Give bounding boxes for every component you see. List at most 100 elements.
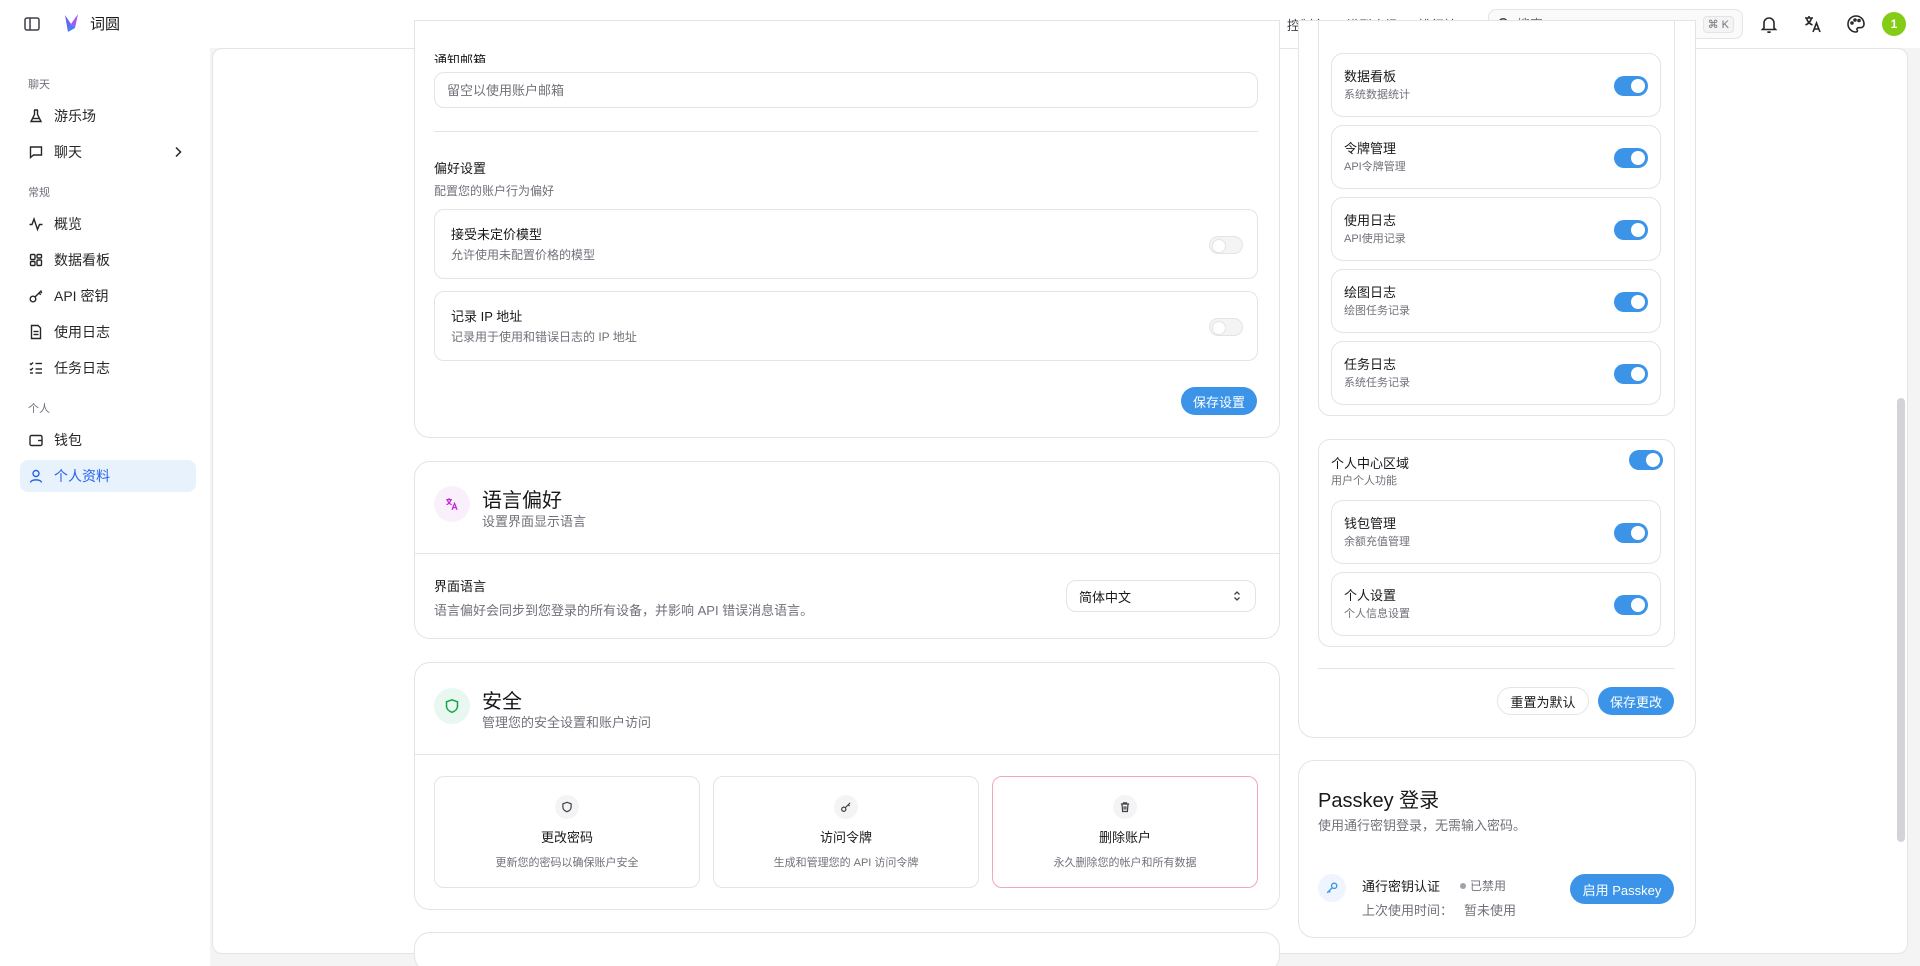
section-general: 常规 bbox=[28, 187, 50, 199]
language-desc: 语言偏好会同步到您登录的所有设备，并影响 API 错误消息语言。 bbox=[434, 603, 814, 618]
section-personal: 个人 bbox=[28, 403, 50, 415]
user-icon bbox=[29, 469, 43, 483]
sidebar-item-label: 游乐场 bbox=[54, 108, 96, 124]
access-token-tile[interactable]: 访问令牌 生成和管理您的 API 访问令牌 bbox=[713, 776, 979, 888]
save-settings-button[interactable]: 保存设置 bbox=[1181, 387, 1257, 415]
sidebar-item-label: 个人资料 bbox=[54, 468, 110, 484]
sidebar-item-playground[interactable]: 游乐场 bbox=[20, 100, 196, 132]
list-checks-icon bbox=[29, 362, 42, 374]
palette-icon[interactable] bbox=[1845, 13, 1867, 35]
module-item-wallet: 钱包管理 余额充值管理 bbox=[1331, 500, 1661, 564]
module-toggle[interactable] bbox=[1614, 292, 1648, 312]
sidebar-item-label: 聊天 bbox=[54, 144, 82, 160]
sidebar-toggle-icon[interactable] bbox=[22, 14, 42, 34]
sidebar-item-api-keys[interactable]: API 密钥 bbox=[20, 280, 196, 312]
module-item-task-logs: 任务日志 系统任务记录 bbox=[1331, 341, 1661, 405]
passkey-last-used-label: 上次使用时间： bbox=[1362, 903, 1454, 918]
module-toggle[interactable] bbox=[1614, 364, 1648, 384]
tile-desc: 永久删除您的帐户和所有数据 bbox=[1053, 857, 1197, 869]
shield-icon bbox=[445, 699, 459, 714]
module-name: 绘图日志 bbox=[1344, 285, 1397, 300]
language-title: 语言偏好 bbox=[482, 490, 562, 512]
sidebar-item-label: API 密钥 bbox=[54, 288, 109, 304]
module-name: 数据看板 bbox=[1344, 69, 1397, 84]
module-toggle[interactable] bbox=[1614, 523, 1648, 543]
module-toggle[interactable] bbox=[1614, 148, 1648, 168]
brand-name: 词圆 bbox=[90, 15, 121, 33]
sidebar-item-chat[interactable]: 聊天 bbox=[20, 136, 196, 168]
pref-row-record-ip: 记录 IP 地址 记录用于使用和错误日志的 IP 地址 bbox=[434, 291, 1258, 361]
module-toggle[interactable] bbox=[1614, 595, 1648, 615]
module-name: 令牌管理 bbox=[1344, 141, 1397, 156]
key-icon bbox=[1326, 882, 1338, 894]
key-icon bbox=[29, 290, 43, 303]
passkey-subtitle: 使用通行密钥登录，无需输入密码。 bbox=[1318, 818, 1527, 833]
reset-default-button[interactable]: 重置为默认 bbox=[1497, 687, 1589, 715]
brand[interactable]: 词圆 bbox=[62, 12, 120, 34]
pref-row-unpriced-models: 接受未定价模型 允许使用未配置价格的模型 bbox=[434, 209, 1258, 279]
language-icon-badge bbox=[434, 486, 470, 522]
status-dot bbox=[1460, 882, 1466, 889]
change-password-tile[interactable]: 更改密码 更新您的密码以确保账户安全 bbox=[434, 776, 700, 888]
save-changes-button[interactable]: 保存更改 bbox=[1598, 687, 1674, 715]
notify-email-input[interactable] bbox=[447, 82, 1245, 98]
personal-group-desc: 用户个人功能 bbox=[1331, 475, 1397, 487]
tile-title: 更改密码 bbox=[540, 830, 593, 845]
trash-icon bbox=[1113, 795, 1137, 819]
sidebar-item-profile[interactable]: 个人资料 bbox=[20, 460, 196, 492]
module-toggle[interactable] bbox=[1614, 220, 1648, 240]
enable-passkey-button[interactable]: 启用 Passkey bbox=[1570, 874, 1674, 904]
search-shortcut: ⌘ K bbox=[1702, 15, 1734, 33]
module-desc: 余额充值管理 bbox=[1344, 536, 1410, 548]
tile-desc: 生成和管理您的 API 访问令牌 bbox=[773, 857, 919, 869]
module-desc: API令牌管理 bbox=[1344, 161, 1406, 173]
translate-icon[interactable] bbox=[1802, 13, 1824, 35]
chevron-right-icon bbox=[175, 146, 182, 158]
pref-row-desc: 允许使用未配置价格的模型 bbox=[451, 248, 596, 262]
sidebar-item-overview[interactable]: 概览 bbox=[20, 208, 196, 240]
avatar[interactable]: 1 bbox=[1882, 12, 1906, 36]
sidebar-item-label: 数据看板 bbox=[54, 252, 110, 268]
prefs-subtitle: 配置您的账户行为偏好 bbox=[434, 184, 555, 198]
module-item-personal-settings: 个人设置 个人信息设置 bbox=[1331, 572, 1661, 636]
language-label: 界面语言 bbox=[434, 579, 487, 594]
module-toggle[interactable] bbox=[1614, 76, 1648, 96]
sidebar-item-label: 钱包 bbox=[54, 432, 82, 448]
divider bbox=[415, 553, 1279, 554]
module-desc: 绘图任务记录 bbox=[1344, 305, 1410, 317]
pref-row-title: 记录 IP 地址 bbox=[451, 309, 523, 324]
message-square-icon bbox=[29, 146, 43, 159]
language-select[interactable]: 简体中文 bbox=[1066, 580, 1256, 612]
module-name: 任务日志 bbox=[1344, 357, 1397, 372]
personal-group-toggle[interactable] bbox=[1629, 450, 1663, 470]
tile-desc: 更新您的密码以确保账户安全 bbox=[495, 857, 639, 869]
passkey-last-used-value: 暂未使用 bbox=[1464, 903, 1517, 918]
sidebar-item-task-logs[interactable]: 任务日志 bbox=[20, 352, 196, 384]
sidebar-item-dashboard[interactable]: 数据看板 bbox=[20, 244, 196, 276]
sidebar: 聊天 游乐场 聊天 常规 概览 数据看板 API 密钥 使用日志 任务日志 个人… bbox=[0, 48, 210, 966]
sidebar-item-label: 使用日志 bbox=[54, 324, 110, 340]
next-card bbox=[414, 932, 1280, 966]
delete-account-tile[interactable]: 删除账户 永久删除您的帐户和所有数据 bbox=[992, 776, 1258, 888]
security-subtitle: 管理您的安全设置和账户访问 bbox=[482, 715, 652, 730]
unpriced-models-toggle[interactable] bbox=[1209, 236, 1243, 254]
module-name: 钱包管理 bbox=[1344, 516, 1397, 531]
section-chat: 聊天 bbox=[28, 79, 50, 91]
security-title: 安全 bbox=[482, 691, 522, 713]
bell-icon[interactable] bbox=[1758, 13, 1780, 35]
translate-icon bbox=[446, 498, 458, 511]
record-ip-toggle[interactable] bbox=[1209, 318, 1243, 336]
module-item-drawing-logs: 绘图日志 绘图任务记录 bbox=[1331, 269, 1661, 333]
tile-title: 删除账户 bbox=[1098, 830, 1151, 845]
notify-email-field[interactable] bbox=[434, 72, 1258, 108]
shield-icon bbox=[555, 795, 579, 819]
flask-icon bbox=[29, 109, 43, 123]
sidebar-item-usage-logs[interactable]: 使用日志 bbox=[20, 316, 196, 348]
tile-title: 访问令牌 bbox=[819, 830, 872, 845]
sidebar-item-wallet[interactable]: 钱包 bbox=[20, 424, 196, 456]
divider bbox=[415, 754, 1279, 755]
divider bbox=[434, 131, 1258, 132]
scrollbar[interactable] bbox=[1897, 398, 1905, 842]
language-select-value: 简体中文 bbox=[1079, 589, 1132, 605]
sidebar-item-label: 任务日志 bbox=[54, 360, 110, 376]
